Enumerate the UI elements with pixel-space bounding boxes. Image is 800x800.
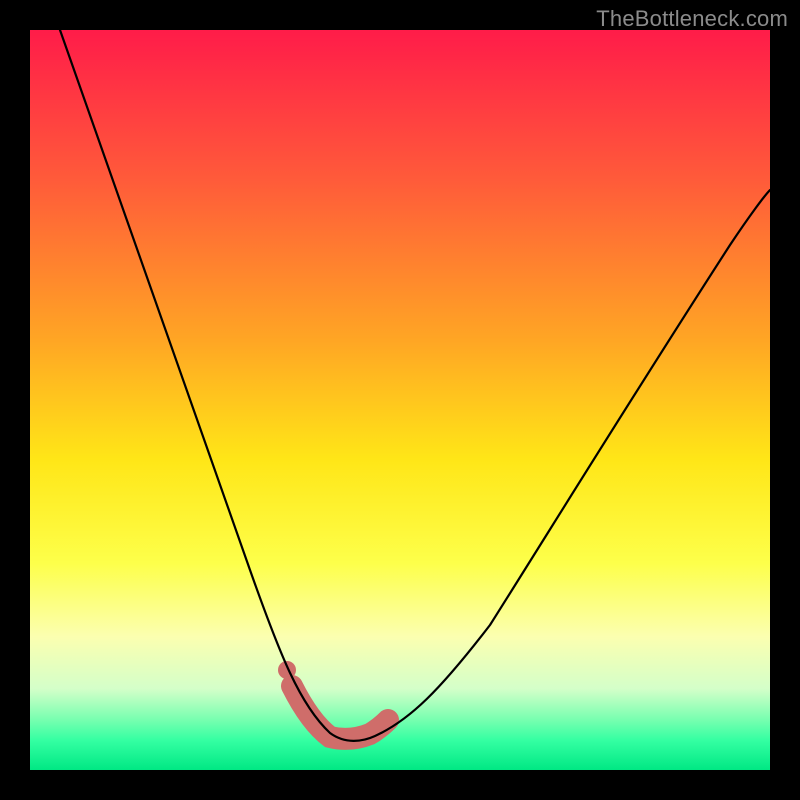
bottleneck-curve	[60, 30, 770, 741]
chart-plot-area	[30, 30, 770, 770]
bottleneck-highlight-segment	[292, 686, 388, 739]
watermark-text: TheBottleneck.com	[596, 6, 788, 32]
chart-svg	[30, 30, 770, 770]
